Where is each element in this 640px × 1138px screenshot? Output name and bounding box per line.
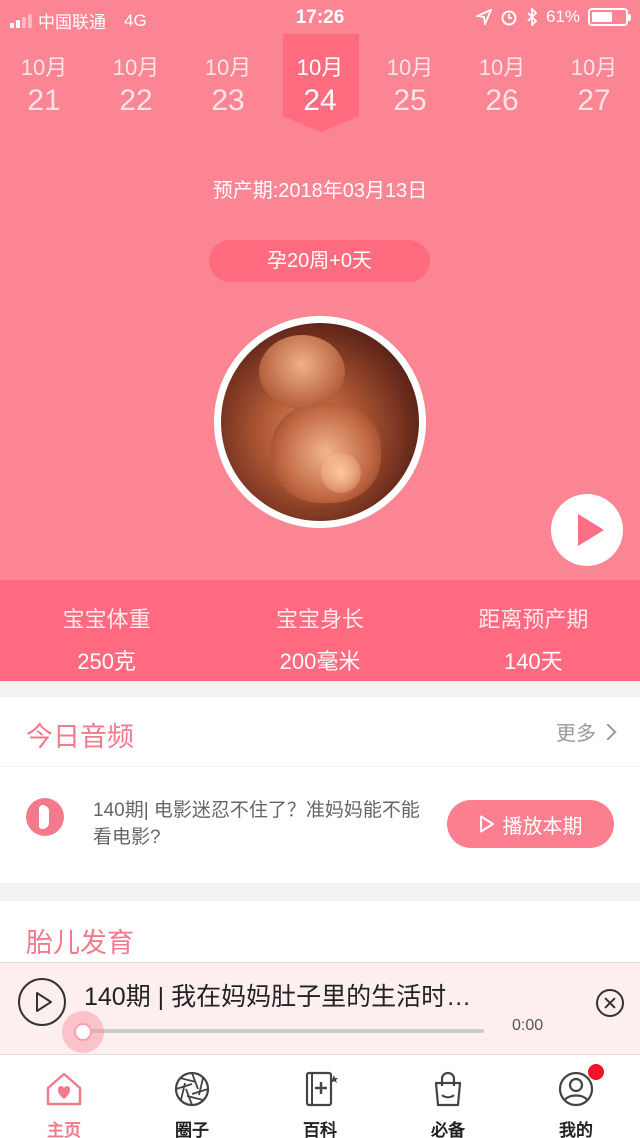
stat-value: 140天 — [503, 649, 563, 674]
circle-aperture-icon — [174, 1071, 210, 1107]
alarm-clock-icon — [501, 10, 517, 26]
play-outline-icon — [479, 815, 494, 833]
progress-thumb[interactable] — [74, 1023, 92, 1041]
audio-item[interactable]: 140期| 电影迷忍不住了？准妈妈能不能看电影? 播放本期 — [0, 767, 640, 882]
hero-header: 中国联通 4G 17:26 61% 10月 21 10月 22 10月 23 10月 24 10… — [0, 0, 640, 580]
date-day: 24 — [303, 84, 337, 117]
date-month: 10月 — [386, 55, 434, 80]
date-month: 10月 — [478, 55, 526, 80]
close-player-icon[interactable] — [596, 989, 624, 1017]
more-label: 更多 — [556, 723, 596, 745]
date-month: 10月 — [112, 55, 160, 80]
date-item-27[interactable]: 10月 27 — [554, 36, 634, 118]
battery-percent: 61% — [545, 7, 580, 26]
tab-label: 必备 — [431, 1121, 465, 1138]
due-date: 预产期:2018年03月13日 — [212, 180, 428, 202]
fetal-development-card: 胎儿发育 — [0, 901, 640, 963]
tab-mine[interactable]: 我的 — [512, 1055, 640, 1138]
tab-label: 百科 — [303, 1121, 337, 1138]
location-arrow-icon — [475, 9, 492, 25]
status-bar: 中国联通 4G 17:26 61% — [0, 0, 640, 36]
stat-days-left: 距离预产期 140天 — [427, 580, 640, 681]
player-play-button[interactable] — [18, 978, 66, 1026]
bluetooth-icon — [527, 8, 538, 26]
player-progress-track[interactable] — [84, 1029, 484, 1033]
battery-icon — [588, 8, 631, 26]
date-selector: 10月 21 10月 22 10月 23 10月 24 10月 25 10月 26 10月 27 — [0, 36, 640, 132]
date-item-22[interactable]: 10月 22 — [96, 36, 176, 118]
date-month: 10月 — [204, 55, 252, 80]
pregnancy-week-badge[interactable]: 孕20周+0天 — [209, 240, 430, 282]
date-month: 10月 — [20, 55, 68, 80]
chevron-right-icon — [599, 723, 617, 740]
stat-value: 200毫米 — [279, 649, 361, 674]
section-title: 今日音频 — [26, 722, 134, 752]
tab-label: 圈子 — [175, 1121, 209, 1138]
date-day: 27 — [577, 84, 611, 117]
more-link[interactable]: 更多 — [556, 717, 617, 746]
stat-value: 250克 — [77, 649, 137, 674]
date-day: 25 — [393, 84, 427, 117]
tab-home[interactable]: 主页 — [0, 1055, 128, 1138]
date-item-25[interactable]: 10月 25 — [370, 36, 450, 118]
baby-stats: 宝宝体重 250克 宝宝身长 200毫米 距离预产期 140天 — [0, 580, 640, 681]
stat-length: 宝宝身长 200毫米 — [213, 580, 426, 681]
tab-label: 主页 — [47, 1121, 81, 1138]
play-video-button[interactable] — [551, 494, 623, 566]
date-day: 26 — [485, 84, 519, 117]
book-plus-icon — [305, 1071, 338, 1107]
mini-player: 140期 | 我在妈妈肚子里的生活时… 0:00 — [0, 962, 640, 1054]
date-day: 23 — [211, 84, 245, 117]
player-track-title: 140期 | 我在妈妈肚子里的生活时… — [84, 983, 472, 1011]
stat-weight: 宝宝体重 250克 — [0, 580, 213, 681]
today-audio-card: 今日音频 更多 140期| 电影迷忍不住了？准妈妈能不能看电影? 播放本期 — [0, 697, 640, 883]
play-outline-icon — [36, 992, 52, 1012]
stat-label: 距离预产期 — [478, 607, 589, 632]
date-item-21[interactable]: 10月 21 — [4, 36, 84, 118]
play-episode-label: 播放本期 — [502, 815, 583, 838]
notification-badge — [588, 1064, 604, 1080]
date-item-26[interactable]: 10月 26 — [462, 36, 542, 118]
tab-label: 我的 — [559, 1121, 593, 1138]
tab-essentials[interactable]: 必备 — [384, 1055, 512, 1138]
tab-bar: 主页 圈子 百科 必备 我的 — [0, 1054, 640, 1138]
section-title: 胎儿发育 — [26, 928, 134, 958]
date-day: 21 — [27, 84, 61, 117]
audio-item-title: 140期| 电影迷忍不住了？准妈妈能不能看电影? — [93, 800, 420, 848]
date-item-24[interactable]: 10月 24 — [280, 36, 360, 118]
pregnant-mom-icon — [26, 798, 64, 836]
date-day: 22 — [119, 84, 153, 117]
play-episode-button[interactable]: 播放本期 — [447, 800, 614, 848]
date-month: 10月 — [570, 55, 618, 80]
tab-circle[interactable]: 圈子 — [128, 1055, 256, 1138]
fetus-image[interactable] — [214, 316, 426, 528]
date-month: 10月 — [296, 55, 344, 80]
stat-label: 宝宝身长 — [275, 607, 364, 632]
tab-encyclopedia[interactable]: 百科 — [256, 1055, 384, 1138]
stat-label: 宝宝体重 — [62, 607, 151, 632]
date-item-23[interactable]: 10月 23 — [188, 36, 268, 118]
player-time: 0:00 — [512, 1017, 544, 1034]
shopping-bag-icon — [434, 1071, 462, 1107]
home-heart-icon — [46, 1072, 82, 1106]
